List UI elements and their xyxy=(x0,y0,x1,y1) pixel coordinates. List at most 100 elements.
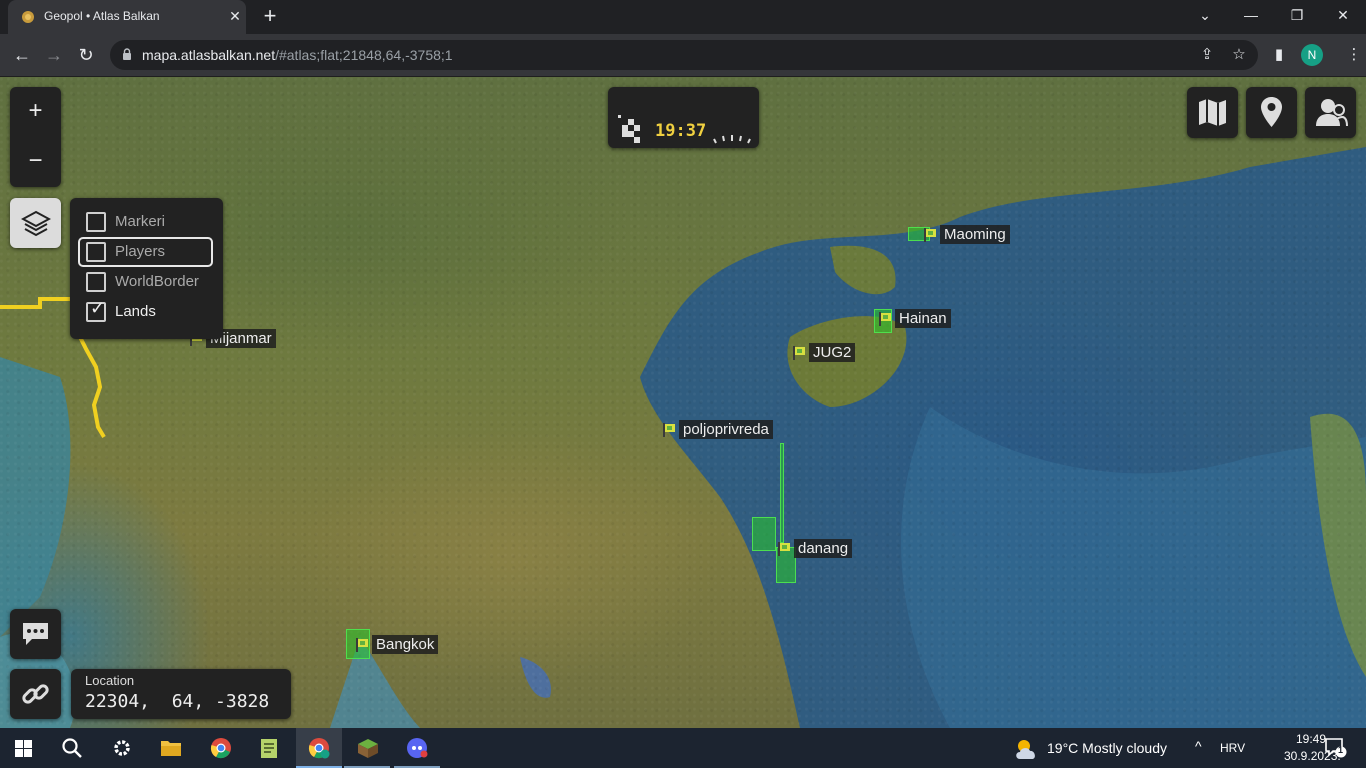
discord-icon xyxy=(407,738,428,758)
chat-button[interactable] xyxy=(10,609,61,659)
weather-text: 19°C Mostly cloudy xyxy=(1047,740,1167,756)
chat-icon xyxy=(23,623,48,645)
file-explorer-app[interactable] xyxy=(148,728,194,768)
layer-checkbox[interactable] xyxy=(86,242,106,262)
new-tab-button[interactable]: + xyxy=(258,4,282,28)
show-hidden-icons-icon[interactable]: ^ xyxy=(1195,738,1202,754)
layer-label: Players xyxy=(115,243,166,260)
chrome-app[interactable] xyxy=(198,728,244,768)
players-button[interactable] xyxy=(1305,87,1356,138)
flag-icon xyxy=(879,312,891,326)
layer-lands[interactable]: ✓ Lands xyxy=(78,297,213,327)
site-favicon-icon xyxy=(22,11,34,23)
back-button[interactable]: ← xyxy=(8,41,36,69)
checkmark-icon: ✓ xyxy=(90,298,106,318)
lock-icon[interactable] xyxy=(122,48,132,60)
flag-icon xyxy=(663,423,675,437)
moon-phase-icon xyxy=(618,115,640,143)
tab-title: Geopol • Atlas Balkan xyxy=(44,9,160,23)
windows-logo-icon xyxy=(15,740,32,757)
world-clock: 19:37 xyxy=(608,87,759,148)
flag-icon xyxy=(778,542,790,556)
minimize-button[interactable]: — xyxy=(1228,0,1274,32)
discord-app[interactable] xyxy=(394,728,440,768)
tab-search-icon[interactable]: ⌄ xyxy=(1182,0,1228,32)
players-icon xyxy=(1316,99,1348,127)
marker-label: poljoprivreda xyxy=(679,420,773,439)
browser-tab[interactable]: Geopol • Atlas Balkan ✕ xyxy=(8,0,246,34)
gear-icon xyxy=(114,740,130,756)
flag-icon xyxy=(793,346,805,360)
map-switch-button[interactable] xyxy=(1187,87,1238,138)
land-claim xyxy=(752,517,776,551)
markers-button[interactable] xyxy=(1246,87,1297,138)
marker-label: Maoming xyxy=(940,225,1010,244)
layers-button[interactable] xyxy=(10,198,61,248)
link-button[interactable] xyxy=(10,669,61,719)
windows-taskbar: 19°C Mostly cloudy ^ HRV 19:49 30.9.2023… xyxy=(0,728,1366,768)
url-text: mapa.atlasbalkan.net/#atlas;flat;21848,6… xyxy=(142,47,453,63)
layers-panel: Markeri Players WorldBorder ✓ Lands xyxy=(70,198,223,339)
weather-widget[interactable]: 19°C Mostly cloudy xyxy=(1012,737,1187,761)
clock-time[interactable]: 19:49 xyxy=(1296,732,1326,746)
layer-worldborder[interactable]: WorldBorder xyxy=(78,267,213,297)
search-button[interactable] xyxy=(48,728,94,768)
start-button[interactable] xyxy=(0,728,46,768)
layer-markeri[interactable]: Markeri xyxy=(78,207,213,237)
sun-rays-icon xyxy=(713,135,751,144)
notification-count: 1 xyxy=(1338,745,1344,755)
browser-menu-icon[interactable]: ⋮ xyxy=(1342,43,1366,67)
chrome-icon xyxy=(210,738,231,759)
address-bar[interactable]: mapa.atlasbalkan.net/#atlas;flat;21848,6… xyxy=(110,40,1258,70)
notification-icon xyxy=(1325,738,1347,758)
layers-icon xyxy=(21,210,51,237)
chrome-profile-app[interactable] xyxy=(296,728,342,768)
layer-label: WorldBorder xyxy=(115,273,199,290)
zoom-in-button[interactable]: + xyxy=(10,87,61,137)
location-coordinates: 22304, 64, -3828 xyxy=(85,691,270,712)
location-label: Location xyxy=(85,673,135,688)
layer-checkbox[interactable] xyxy=(86,272,106,292)
side-panel-icon[interactable]: ▮ xyxy=(1267,43,1291,67)
clock-time: 19:37 xyxy=(655,121,707,141)
tab-close-icon[interactable]: ✕ xyxy=(226,7,244,25)
layer-players[interactable]: Players xyxy=(78,237,213,267)
marker-label: JUG2 xyxy=(809,343,856,362)
notification-center-button[interactable]: 1 xyxy=(1325,738,1347,758)
flag-icon xyxy=(924,228,936,242)
location-pin-icon xyxy=(1261,97,1282,127)
profile-avatar[interactable]: N xyxy=(1301,44,1323,66)
settings-app[interactable] xyxy=(98,728,144,768)
grass-block-icon xyxy=(358,739,378,758)
forward-button[interactable]: → xyxy=(40,41,68,69)
notepad-icon xyxy=(261,739,277,758)
map-icon xyxy=(1199,99,1226,126)
folder-icon xyxy=(161,741,181,756)
flag-icon xyxy=(356,638,368,652)
language-indicator[interactable]: HRV xyxy=(1220,741,1245,755)
map-viewport[interactable]: Maoming Hainan JUG2 Mijanmar poljoprivre… xyxy=(0,77,1366,728)
bookmark-star-icon[interactable]: ☆ xyxy=(1228,44,1250,66)
marker-label: Hainan xyxy=(895,309,951,328)
land-claim xyxy=(780,443,784,543)
layer-label: Lands xyxy=(115,303,156,320)
share-icon[interactable]: ⇪ xyxy=(1196,44,1218,66)
location-readout: Location 22304, 64, -3828 xyxy=(71,669,291,719)
layer-checkbox[interactable]: ✓ xyxy=(86,298,106,322)
zoom-control: + − xyxy=(10,87,61,187)
reload-button[interactable]: ↻ xyxy=(72,41,100,69)
notepad-app[interactable] xyxy=(246,728,292,768)
partly-cloudy-icon xyxy=(1016,740,1035,759)
tab-strip: Geopol • Atlas Balkan ✕ + ⌄ — ❐ ✕ xyxy=(0,0,1366,34)
minecraft-app[interactable] xyxy=(344,728,390,768)
browser-toolbar: ← → ↻ mapa.atlasbalkan.net/#atlas;flat;2… xyxy=(0,34,1366,77)
layer-checkbox[interactable] xyxy=(86,212,106,232)
zoom-out-button[interactable]: − xyxy=(10,137,61,187)
chrome-icon xyxy=(308,738,330,759)
restore-button[interactable]: ❐ xyxy=(1274,0,1320,32)
marker-label: danang xyxy=(794,539,853,558)
map-texture xyxy=(0,77,1366,728)
layer-label: Markeri xyxy=(115,213,166,230)
close-window-button[interactable]: ✕ xyxy=(1320,0,1366,32)
link-icon xyxy=(22,684,49,704)
